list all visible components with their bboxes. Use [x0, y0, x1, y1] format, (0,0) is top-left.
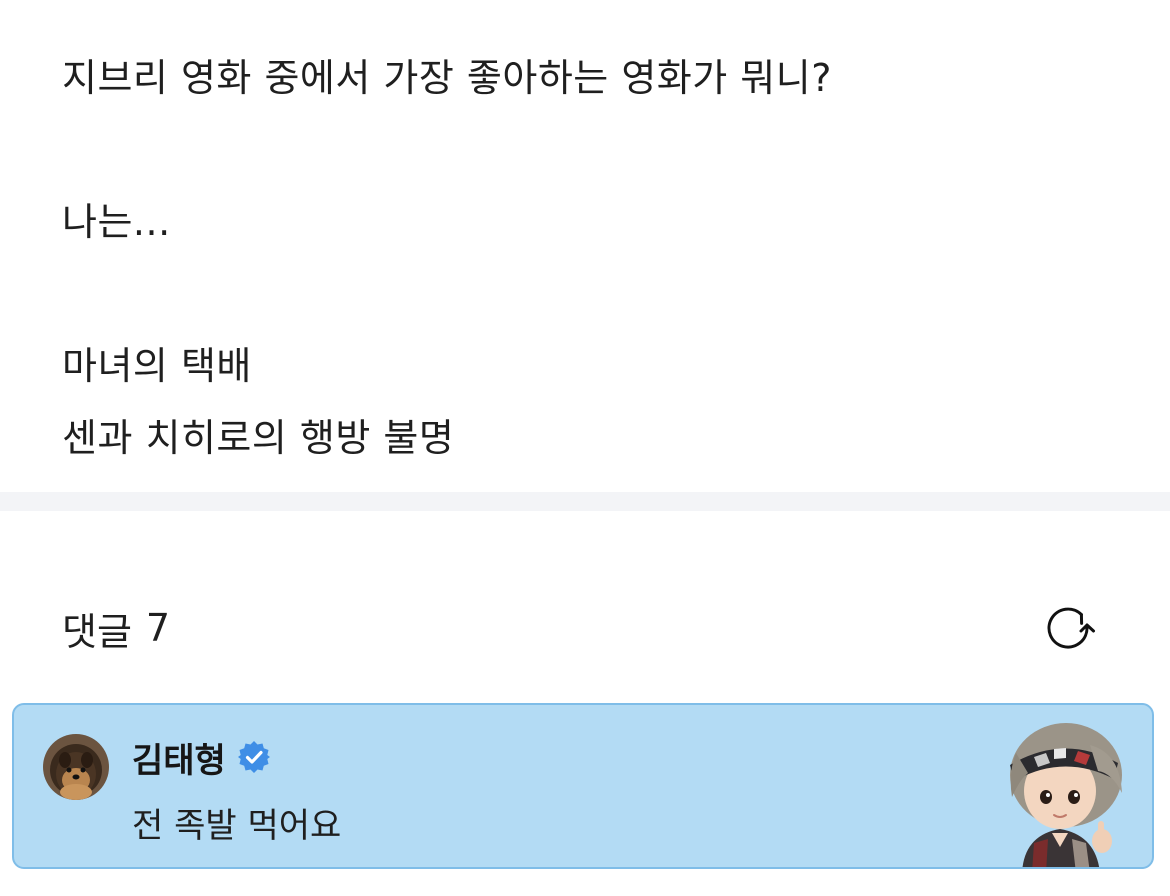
verified-badge-icon	[237, 741, 270, 773]
comment-author-name[interactable]: 김태형	[132, 733, 226, 782]
character-sticker-image	[1010, 723, 1122, 867]
post-body: 지브리 영화 중에서 가장 좋아하는 영화가 뭐니? 나는... 마녀의 택배 …	[62, 42, 1122, 474]
dog-avatar-image	[43, 734, 109, 800]
post-intro: 나는...	[62, 200, 171, 244]
refresh-icon	[1047, 607, 1095, 649]
comment-author-row: 김태형	[132, 731, 272, 783]
comments-header: 댓글 7	[62, 600, 170, 656]
post-answer-1: 마녀의 택배	[62, 344, 252, 388]
section-divider	[0, 492, 1170, 511]
post-question: 지브리 영화 중에서 가장 좋아하는 영화가 뭐니?	[62, 56, 832, 100]
avatar[interactable]	[43, 734, 109, 800]
comments-label: 댓글	[62, 609, 132, 654]
post-answer-2: 센과 치히로의 행방 불명	[62, 416, 455, 460]
comment-card[interactable]: 김태형 전 족발 먹어요	[12, 703, 1154, 869]
comment-text: 전 족발 먹어요	[132, 806, 342, 846]
comments-count: 7	[145, 606, 171, 650]
refresh-button[interactable]	[1036, 596, 1100, 660]
